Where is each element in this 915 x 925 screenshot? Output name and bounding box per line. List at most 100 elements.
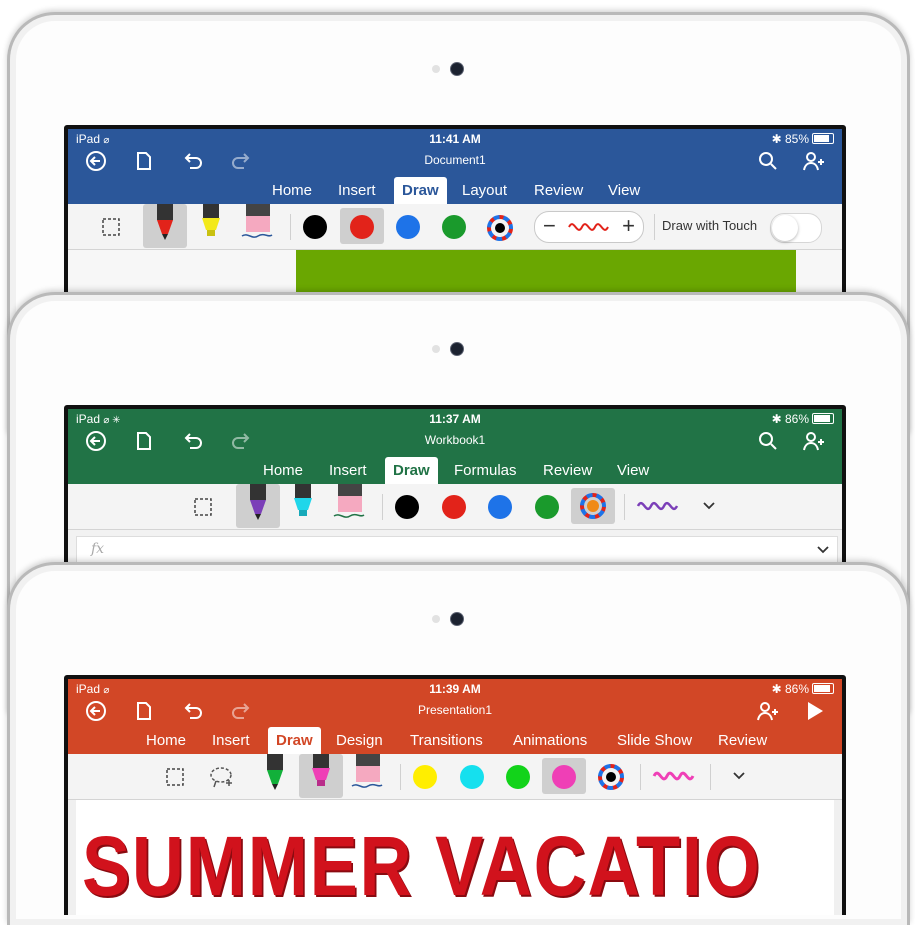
camera: [450, 342, 464, 356]
tab-view[interactable]: View: [617, 457, 649, 484]
thickness-stroke-icon: [568, 223, 609, 231]
tab-view[interactable]: View: [608, 177, 640, 204]
chevron-down-icon[interactable]: [817, 545, 829, 555]
ipad-frame-powerpoint: iPad ⌀ 11:39 AM ✱ 86% Presentation1 Home: [7, 562, 910, 925]
tab-review[interactable]: Review: [718, 727, 767, 754]
back-icon[interactable]: [84, 699, 108, 723]
status-bar: iPad ⌀ 11:39 AM ✱ 86%: [68, 679, 842, 697]
color-swatch-cyan[interactable]: [460, 765, 484, 789]
color-swatch-green[interactable]: [442, 215, 466, 239]
tab-review[interactable]: Review: [543, 457, 592, 484]
color-swatch-yellow[interactable]: [413, 765, 437, 789]
highlighter-cyan-icon[interactable]: [290, 484, 316, 522]
color-swatch-red[interactable]: [350, 215, 374, 239]
undo-icon[interactable]: [181, 149, 205, 173]
select-objects-icon[interactable]: [164, 766, 186, 788]
draw-toolbar: [68, 754, 842, 800]
draw-with-touch-toggle[interactable]: [770, 213, 822, 243]
word-ribbon: iPad ⌀ 11:41 AM ✱ 85% Document1 Home Ins…: [68, 129, 842, 204]
tab-draw[interactable]: Draw: [394, 177, 447, 204]
select-objects-icon[interactable]: [100, 216, 122, 238]
share-icon[interactable]: [802, 429, 826, 453]
tab-home[interactable]: Home: [146, 727, 186, 754]
color-swatch-red[interactable]: [442, 495, 466, 519]
tab-slide-show[interactable]: Slide Show: [617, 727, 692, 754]
slide-title[interactable]: SUMMER VACATIO: [82, 818, 762, 915]
status-time: 11:37 AM: [429, 412, 481, 426]
thickness-control: − +: [534, 211, 644, 243]
status-battery: ✱ 85%: [772, 132, 834, 146]
tab-draw[interactable]: Draw: [385, 457, 438, 484]
camera: [450, 612, 464, 626]
eraser-icon[interactable]: [240, 204, 276, 242]
tab-insert[interactable]: Insert: [212, 727, 250, 754]
camera: [450, 62, 464, 76]
search-icon[interactable]: [756, 149, 780, 173]
formula-input[interactable]: fx: [76, 536, 838, 564]
chevron-down-icon[interactable]: [702, 500, 716, 512]
redo-icon[interactable]: [229, 149, 253, 173]
undo-icon[interactable]: [181, 429, 205, 453]
color-swatch-magenta[interactable]: [552, 765, 576, 789]
share-icon[interactable]: [756, 699, 780, 723]
status-battery: ✱ 86%: [772, 412, 834, 426]
sensor-dot: [432, 615, 440, 623]
share-icon[interactable]: [802, 149, 826, 173]
excel-ribbon: iPad ⌀ ✳ 11:37 AM ✱ 86% Workbook1 Home I…: [68, 409, 842, 484]
tab-design[interactable]: Design: [336, 727, 383, 754]
pen-red-icon[interactable]: [152, 204, 178, 242]
thickness-stroke-icon[interactable]: [652, 767, 696, 785]
more-colors-icon[interactable]: [486, 214, 514, 242]
status-bar: iPad ⌀ ✳ 11:37 AM ✱ 86%: [68, 409, 842, 427]
tab-transitions[interactable]: Transitions: [410, 727, 483, 754]
search-icon[interactable]: [756, 429, 780, 453]
eraser-icon[interactable]: [332, 484, 368, 522]
status-time: 11:39 AM: [429, 682, 481, 696]
tab-home[interactable]: Home: [272, 177, 312, 204]
more-colors-icon[interactable]: [579, 492, 607, 520]
chevron-down-icon[interactable]: [732, 770, 746, 782]
slide: SUMMER VACATIO: [76, 818, 834, 915]
redo-icon[interactable]: [229, 429, 253, 453]
status-battery: ✱ 86%: [772, 682, 834, 696]
color-swatch-black[interactable]: [395, 495, 419, 519]
draw-toolbar: [68, 484, 842, 530]
color-swatch-blue[interactable]: [488, 495, 512, 519]
eraser-icon[interactable]: [350, 754, 386, 792]
back-icon[interactable]: [84, 149, 108, 173]
color-swatch-green[interactable]: [535, 495, 559, 519]
tab-home[interactable]: Home: [263, 457, 303, 484]
tab-layout[interactable]: Layout: [462, 177, 507, 204]
thickness-plus-button[interactable]: +: [622, 213, 635, 239]
pen-green-icon[interactable]: [262, 754, 288, 792]
more-colors-icon[interactable]: [597, 763, 625, 791]
powerpoint-ribbon: iPad ⌀ 11:39 AM ✱ 86% Presentation1 Home: [68, 679, 842, 754]
thickness-minus-button[interactable]: −: [543, 213, 556, 239]
highlighter-yellow-icon[interactable]: [198, 204, 224, 242]
tab-draw[interactable]: Draw: [268, 727, 321, 754]
color-swatch-green[interactable]: [506, 765, 530, 789]
select-objects-icon[interactable]: [192, 496, 214, 518]
fx-label: fx: [91, 541, 105, 557]
color-swatch-black[interactable]: [303, 215, 327, 239]
tab-animations[interactable]: Animations: [513, 727, 587, 754]
excel-screen: iPad ⌀ ✳ 11:37 AM ✱ 86% Workbook1 Home I…: [64, 405, 846, 585]
thickness-stroke-icon[interactable]: [636, 497, 680, 515]
undo-icon[interactable]: [181, 699, 205, 723]
pen-purple-icon[interactable]: [245, 484, 271, 522]
back-icon[interactable]: [84, 429, 108, 453]
powerpoint-screen: iPad ⌀ 11:39 AM ✱ 86% Presentation1 Home: [64, 675, 846, 915]
tab-review[interactable]: Review: [534, 177, 583, 204]
color-swatch-blue[interactable]: [396, 215, 420, 239]
file-icon[interactable]: [132, 429, 156, 453]
tab-insert[interactable]: Insert: [338, 177, 376, 204]
lasso-select-icon[interactable]: [208, 765, 234, 789]
highlighter-magenta-icon[interactable]: [308, 754, 334, 792]
redo-icon[interactable]: [229, 699, 253, 723]
file-icon[interactable]: [132, 699, 156, 723]
tab-formulas[interactable]: Formulas: [454, 457, 517, 484]
play-icon[interactable]: [802, 699, 826, 723]
tab-insert[interactable]: Insert: [329, 457, 367, 484]
file-icon[interactable]: [132, 149, 156, 173]
slide-canvas[interactable]: SUMMER VACATIO: [68, 800, 842, 915]
